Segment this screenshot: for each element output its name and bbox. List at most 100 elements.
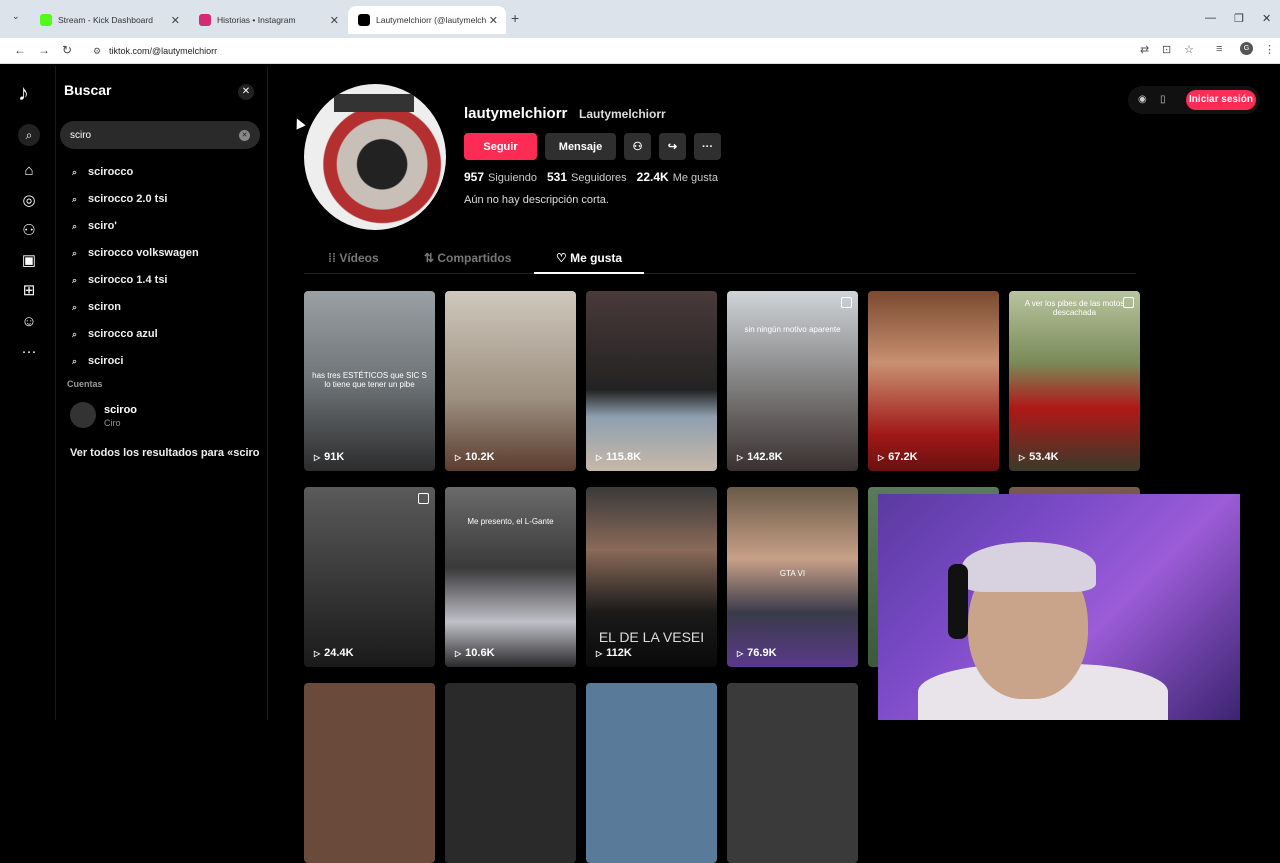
- see-all-results-link[interactable]: Ver todos los resultados para «sciro»: [70, 447, 260, 459]
- address-bar: ← → ↻ ⚙ tiktok.com/@lautymelchiorr ⇄ ⊡ ☆…: [0, 38, 1280, 64]
- tab-videos[interactable]: ⁞⁞ Vídeos: [328, 251, 379, 265]
- view-count-text: 53.4K: [1029, 451, 1059, 463]
- message-button[interactable]: Mensaje: [545, 133, 616, 160]
- video-card[interactable]: GTA VI ▷ 76.9K: [727, 487, 858, 667]
- explore-icon[interactable]: ◎: [19, 190, 39, 210]
- close-search-icon[interactable]: ✕: [238, 84, 254, 100]
- view-count-text: 142.8K: [747, 451, 783, 463]
- browser-tab-tiktok[interactable]: Lautymelchiorr (@lautymelchio ✕: [348, 6, 506, 34]
- profile-icon[interactable]: ☺: [19, 311, 39, 331]
- avatar-sign: [334, 94, 414, 112]
- mobile-icon[interactable]: ▯: [1160, 94, 1166, 105]
- suggestion-label: scirocco 2.0 tsi: [88, 193, 168, 205]
- suggestion-item[interactable]: ⌕ sciron: [72, 301, 121, 313]
- back-icon[interactable]: ←: [14, 43, 26, 57]
- suggestion-label: scirocco 1.4 tsi: [88, 274, 168, 286]
- view-count-text: 112K: [606, 647, 632, 659]
- play-icon: ▷: [455, 452, 462, 462]
- instagram-icon: [199, 14, 211, 26]
- bookmark-star-icon[interactable]: ☆: [1184, 43, 1194, 56]
- followers-count: 531: [546, 170, 567, 184]
- play-icon: ▷: [1019, 452, 1026, 462]
- search-icon[interactable]: ⌕: [18, 124, 40, 146]
- video-card[interactable]: [304, 683, 435, 863]
- suggestion-item[interactable]: ⌕ scirocco 2.0 tsi: [72, 193, 168, 205]
- browser-profile-avatar[interactable]: G: [1240, 42, 1253, 55]
- suggestion-item[interactable]: ⌕ sciroci: [72, 355, 123, 367]
- profile-stats: 957 Siguiendo 531 Seguidores 22.4K Me gusta: [464, 170, 718, 184]
- reading-list-icon[interactable]: ≡: [1216, 43, 1222, 55]
- play-icon: ▷: [737, 452, 744, 462]
- clear-search-icon[interactable]: ✕: [239, 129, 250, 141]
- more-icon[interactable]: ···: [19, 341, 39, 361]
- followers-stat[interactable]: 531 Seguidores: [547, 170, 627, 184]
- suggestion-item[interactable]: ⌕ scirocco: [72, 166, 133, 178]
- video-card[interactable]: ▷ 24.4K: [304, 487, 435, 667]
- tiktok-logo-icon[interactable]: ♪: [18, 80, 29, 106]
- forward-icon[interactable]: →: [38, 43, 50, 57]
- view-count: ▷ 53.4K: [1019, 451, 1059, 463]
- upload-icon[interactable]: ⊞: [19, 280, 39, 300]
- video-card[interactable]: A ver los pibes de las motos descachada …: [1009, 291, 1140, 471]
- live-icon[interactable]: ▣: [19, 250, 39, 270]
- browser-tab-instagram[interactable]: Historias • Instagram ✕: [189, 6, 347, 34]
- video-card[interactable]: sin ningún motivo aparente ▷ 142.8K: [727, 291, 858, 471]
- close-window-icon[interactable]: ✕: [1262, 12, 1271, 25]
- search-panel-title: Buscar: [64, 82, 112, 98]
- follow-button[interactable]: Seguir: [464, 133, 537, 160]
- video-card[interactable]: EL DE LA VESEI ▷ 112K: [586, 487, 717, 667]
- accounts-heading: Cuentas: [67, 379, 103, 389]
- tab-likes[interactable]: ♡ Me gusta: [556, 251, 622, 265]
- view-count-text: 24.4K: [324, 647, 354, 659]
- play-icon: ▷: [314, 452, 321, 462]
- video-card[interactable]: [445, 683, 576, 863]
- close-icon[interactable]: ✕: [171, 14, 180, 27]
- suggestion-item[interactable]: ⌕ sciro': [72, 220, 117, 232]
- close-icon[interactable]: ✕: [489, 14, 498, 27]
- followers-label: Seguidores: [571, 172, 627, 184]
- suggestion-item[interactable]: ⌕ scirocco volkswagen: [72, 247, 199, 259]
- video-caption: GTA VI: [779, 569, 806, 578]
- video-card[interactable]: ▷ 115.8K: [586, 291, 717, 471]
- url-text: tiktok.com/@lautymelchiorr: [109, 46, 218, 56]
- search-panel: Buscar ✕ sciro ✕ ⌕ scirocco ⌕ scirocco 2.0…: [56, 66, 268, 720]
- suggestion-label: sciron: [88, 301, 122, 313]
- video-card[interactable]: Me presento, el L-Gante ▷ 10.6K: [445, 487, 576, 667]
- reload-icon[interactable]: ↻: [62, 43, 72, 57]
- coins-icon[interactable]: ◉: [1138, 94, 1147, 105]
- suggestion-item[interactable]: ⌕ scirocco azul: [72, 328, 158, 340]
- browser-tab-kick[interactable]: Stream - Kick Dashboard ✕: [30, 6, 188, 34]
- login-button[interactable]: Iniciar sesión: [1186, 90, 1256, 110]
- search-icon: ⌕: [72, 301, 78, 312]
- play-icon: ▷: [596, 648, 603, 658]
- video-card[interactable]: ▷ 10.2K: [445, 291, 576, 471]
- close-icon[interactable]: ✕: [330, 14, 339, 27]
- search-input[interactable]: sciro ✕: [60, 121, 260, 149]
- tab-shared[interactable]: ⇅ Compartidos: [424, 251, 511, 265]
- suggestion-item[interactable]: ⌕ scirocco 1.4 tsi: [72, 274, 168, 286]
- account-name[interactable]: sciroo: [104, 404, 137, 416]
- new-tab-icon[interactable]: +: [511, 10, 519, 26]
- video-card[interactable]: has tres ESTÉTICOS que SIC S lo tiene qu…: [304, 291, 435, 471]
- add-friend-icon[interactable]: ⚇: [624, 133, 651, 160]
- search-icon: ⌕: [72, 328, 78, 339]
- restore-icon[interactable]: ❐: [1234, 12, 1244, 25]
- url-field[interactable]: ⚙ tiktok.com/@lautymelchiorr: [85, 41, 1125, 61]
- following-stat[interactable]: 957 Siguiendo: [464, 170, 537, 184]
- avatar[interactable]: [70, 402, 96, 428]
- menu-icon[interactable]: ⋮: [1264, 43, 1275, 56]
- share-icon[interactable]: ↪: [659, 133, 686, 160]
- tab-search-icon[interactable]: ⌄: [12, 11, 20, 22]
- video-card[interactable]: [586, 683, 717, 863]
- video-card[interactable]: [727, 683, 858, 863]
- more-options-icon[interactable]: ···: [694, 133, 721, 160]
- site-info-icon[interactable]: ⚙: [93, 46, 101, 57]
- minimize-icon[interactable]: —: [1205, 12, 1216, 24]
- following-icon[interactable]: ⚇: [19, 220, 39, 240]
- install-icon[interactable]: ⊡: [1162, 43, 1171, 56]
- kick-icon: [40, 14, 52, 26]
- video-card[interactable]: ▷ 67.2K: [868, 291, 999, 471]
- translate-icon[interactable]: ⇄: [1140, 43, 1149, 56]
- left-rail: ♪ ⌕ ⌂ ◎ ⚇ ▣ ⊞ ☺ ···: [0, 66, 56, 720]
- home-icon[interactable]: ⌂: [19, 160, 39, 180]
